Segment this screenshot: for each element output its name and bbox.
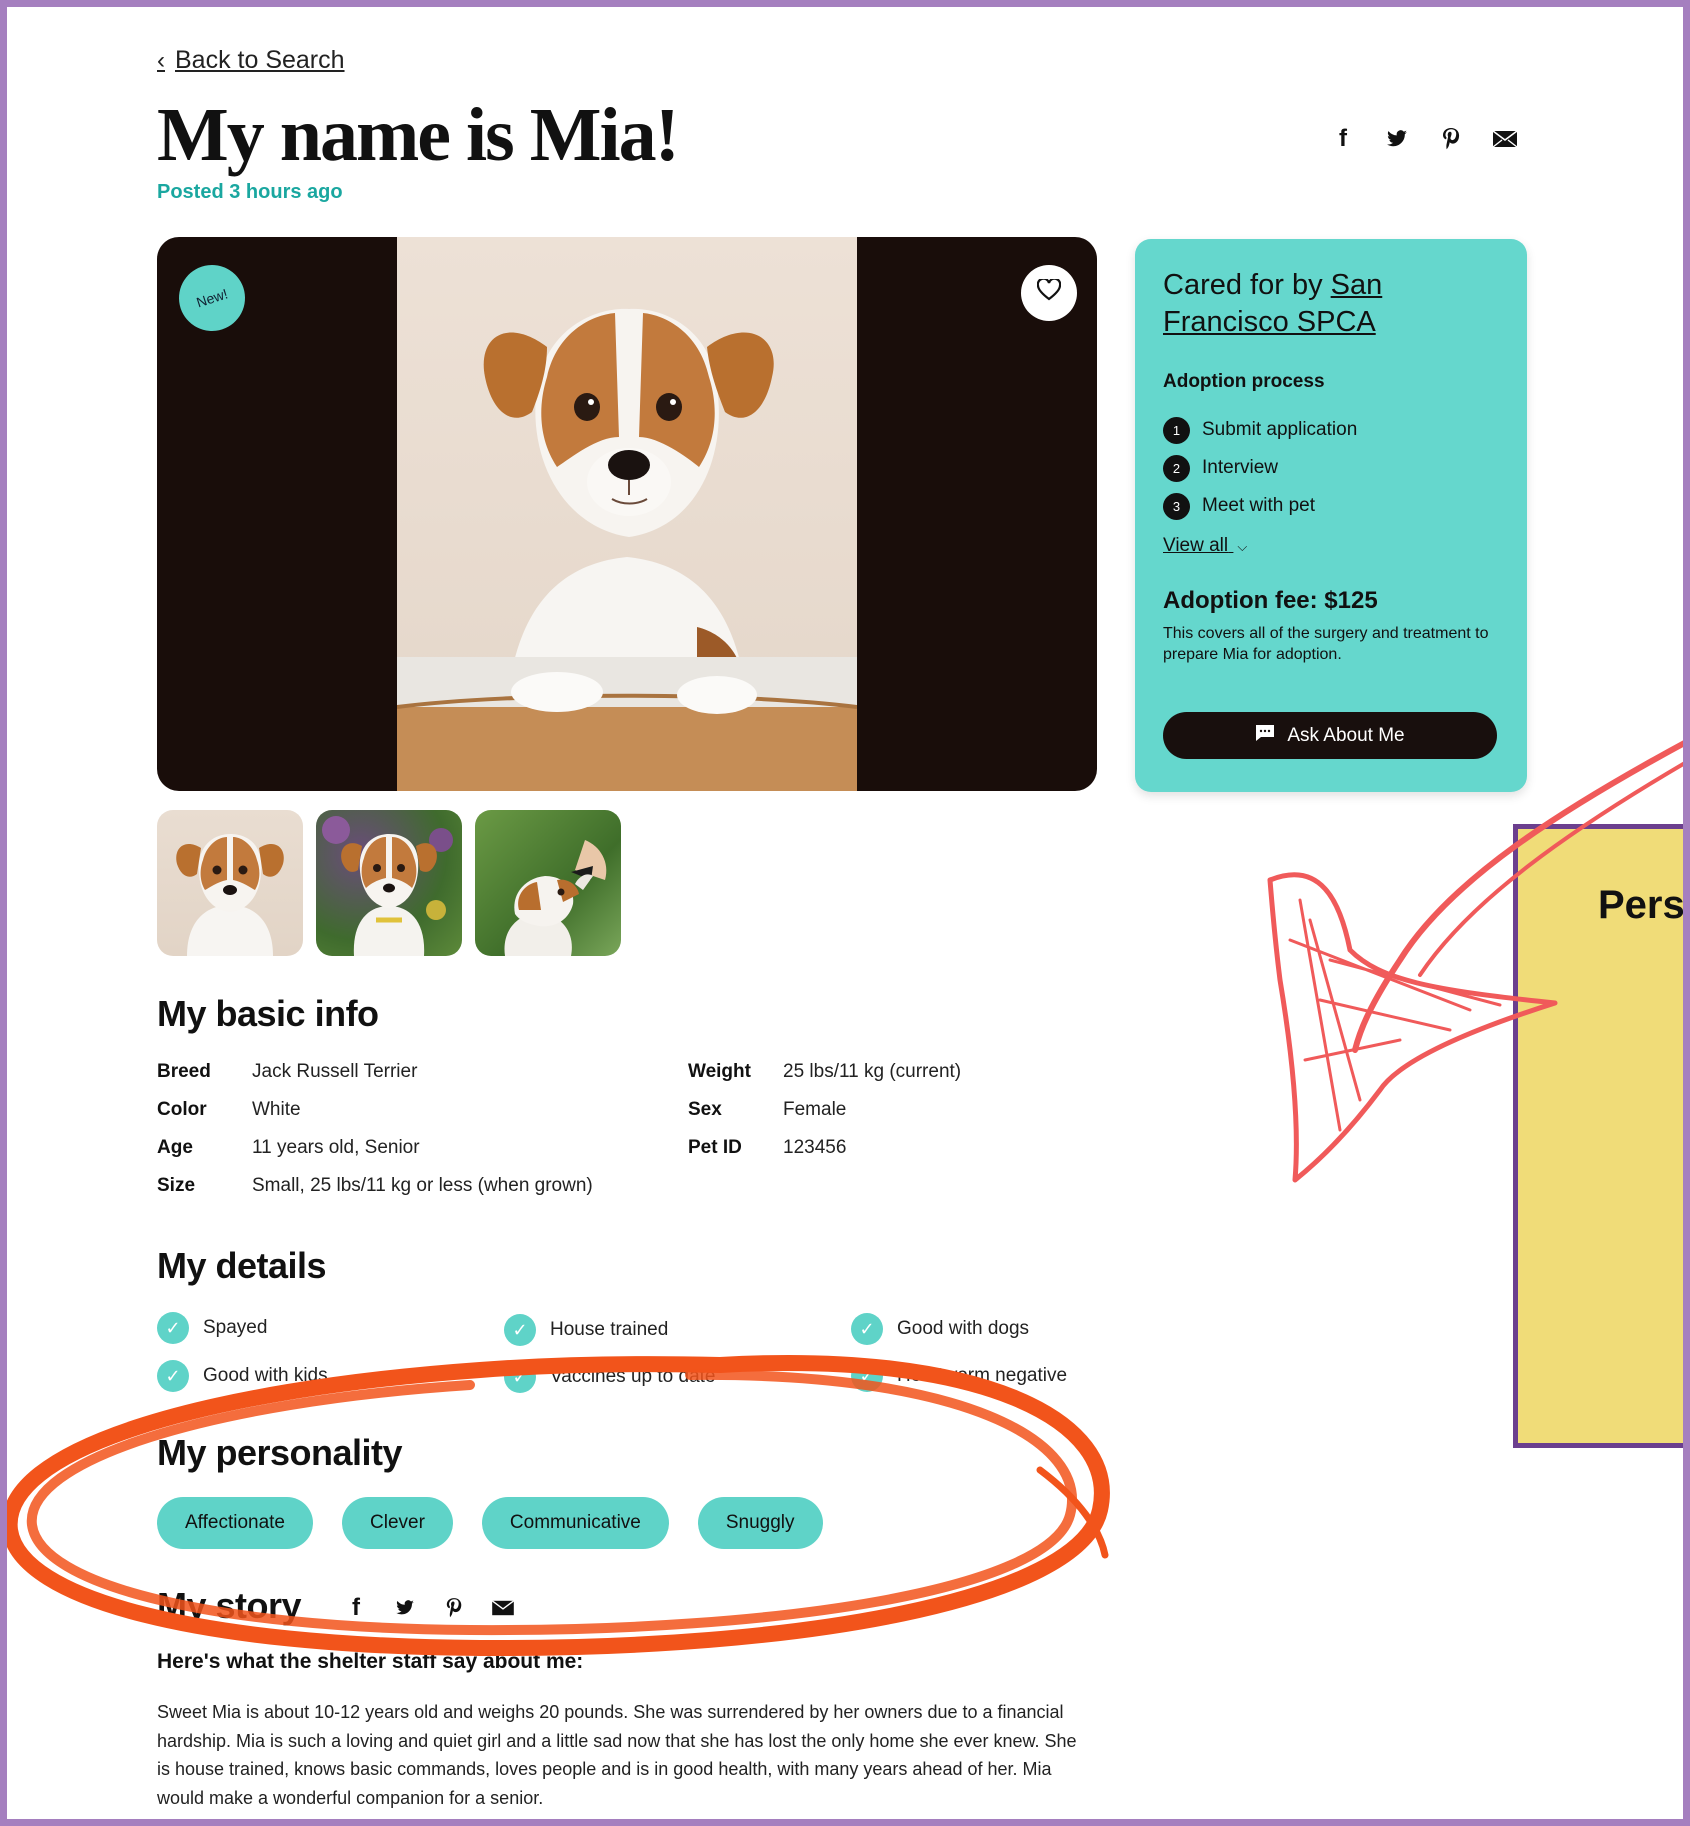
info-key: Age xyxy=(157,1137,193,1158)
thumbnail-2[interactable] xyxy=(316,810,462,956)
favorite-button[interactable] xyxy=(1021,265,1077,321)
info-key: Pet ID xyxy=(688,1137,742,1158)
info-row-pet-id: Pet ID 123456 xyxy=(688,1137,846,1159)
thumbnail-strip xyxy=(157,810,621,956)
info-value: White xyxy=(252,1099,301,1120)
basic-info-heading: My basic info xyxy=(157,993,379,1034)
chat-icon xyxy=(1255,724,1275,748)
info-key: Weight xyxy=(688,1061,751,1082)
twitter-icon[interactable] xyxy=(392,1595,418,1621)
info-value: Female xyxy=(783,1099,847,1120)
adoption-fee-description: This covers all of the surgery and treat… xyxy=(1163,625,1489,663)
step-number: 1 xyxy=(1163,416,1190,444)
detail-item: ✓ House trained xyxy=(504,1314,668,1346)
personality-traits: Affectionate Clever Communicative Snuggl… xyxy=(157,1497,823,1549)
check-icon: ✓ xyxy=(851,1360,883,1392)
adoption-fee: Adoption fee: $125 xyxy=(1163,587,1378,614)
info-row-size: Size Small, 25 lbs/11 kg or less (when g… xyxy=(157,1175,593,1197)
chevron-left-icon: ‹ xyxy=(157,46,165,74)
detail-item: ✓ Spayed xyxy=(157,1312,267,1344)
check-icon: ✓ xyxy=(504,1361,536,1393)
trait-pill[interactable]: Clever xyxy=(342,1497,453,1549)
page-title: My name is Mia! xyxy=(157,93,680,177)
adoption-process-heading: Adoption process xyxy=(1163,371,1325,392)
story-share-bar: f xyxy=(343,1594,516,1621)
personality-heading: My personality xyxy=(157,1432,403,1473)
info-value: 25 lbs/11 kg (current) xyxy=(783,1061,962,1082)
info-row-color: Color White xyxy=(157,1099,301,1121)
detail-label: Good with dogs xyxy=(897,1318,1030,1339)
step-label: Submit application xyxy=(1202,419,1358,440)
story-heading: My story xyxy=(157,1585,302,1626)
info-key: Color xyxy=(157,1099,207,1120)
trait-pill[interactable]: Snuggly xyxy=(697,1497,823,1549)
info-row-breed: Breed Jack Russell Terrier xyxy=(157,1061,417,1083)
detail-item: ✓ Good with kids xyxy=(157,1360,328,1392)
view-all-label: View all xyxy=(1163,535,1229,556)
heart-icon xyxy=(1036,277,1062,308)
detail-item: ✓ Heartworm negative xyxy=(851,1360,1067,1392)
back-to-search-label: Back to Search xyxy=(175,46,345,74)
view-all-steps-link[interactable]: View all ⌵ xyxy=(1163,535,1247,557)
posted-time: Posted 3 hours ago xyxy=(157,181,343,203)
cared-for-by: Cared for by San Francisco SPCA xyxy=(1163,267,1503,341)
detail-label: House trained xyxy=(550,1319,669,1340)
info-key: Size xyxy=(157,1175,196,1196)
email-icon[interactable] xyxy=(1492,126,1518,152)
adoption-step: 2 Interview xyxy=(1163,449,1357,487)
pinterest-icon[interactable] xyxy=(441,1595,467,1621)
pet-profile-page: ‹ Back to Search My name is Mia! Posted … xyxy=(0,0,1690,1826)
thumbnail-3[interactable] xyxy=(475,810,621,956)
thumbnail-1[interactable] xyxy=(157,810,303,956)
new-badge: New! xyxy=(170,256,254,340)
sticky-note: Pers xyxy=(1513,824,1690,1448)
main-pet-photo xyxy=(397,237,857,791)
step-number: 2 xyxy=(1163,454,1190,482)
info-value: 123456 xyxy=(783,1137,847,1158)
info-value: Jack Russell Terrier xyxy=(252,1061,418,1082)
shelter-card: Cared for by San Francisco SPCA Adoption… xyxy=(1135,239,1527,792)
detail-item: ✓ Good with dogs xyxy=(851,1313,1029,1345)
hero-gallery[interactable]: New! xyxy=(157,237,1097,791)
info-row-weight: Weight 25 lbs/11 kg (current) xyxy=(688,1061,961,1083)
story-subheading: Here's what the shelter staff say about … xyxy=(157,1650,584,1673)
detail-label: Heartworm negative xyxy=(897,1365,1068,1386)
cared-for-prefix: Cared for by xyxy=(1163,269,1331,301)
check-icon: ✓ xyxy=(504,1314,536,1346)
twitter-icon[interactable] xyxy=(1384,126,1410,152)
info-key: Sex xyxy=(688,1099,722,1120)
check-icon: ✓ xyxy=(851,1313,883,1345)
info-value: 11 years old, Senior xyxy=(252,1137,420,1158)
info-row-sex: Sex Female xyxy=(688,1099,846,1121)
ask-about-me-button[interactable]: Ask About Me xyxy=(1163,712,1497,759)
detail-label: Good with kids xyxy=(203,1365,328,1386)
facebook-icon[interactable]: f xyxy=(1330,125,1356,152)
adoption-step: 3 Meet with pet xyxy=(1163,487,1357,525)
check-icon: ✓ xyxy=(157,1360,189,1392)
check-icon: ✓ xyxy=(157,1312,189,1344)
adoption-step: 1 Submit application xyxy=(1163,411,1357,449)
step-label: Interview xyxy=(1202,457,1279,478)
email-icon[interactable] xyxy=(490,1595,516,1621)
sticky-note-title: Pers xyxy=(1598,883,1685,927)
share-bar: f xyxy=(1330,125,1518,152)
adoption-steps: 1 Submit application 2 Interview 3 Meet … xyxy=(1163,411,1357,525)
detail-label: Spayed xyxy=(203,1317,268,1338)
facebook-icon[interactable]: f xyxy=(343,1594,369,1621)
info-key: Breed xyxy=(157,1061,211,1082)
back-to-search-link[interactable]: ‹ Back to Search xyxy=(157,46,345,75)
trait-pill[interactable]: Communicative xyxy=(481,1497,669,1549)
info-row-age: Age 11 years old, Senior xyxy=(157,1137,420,1159)
chevron-down-icon: ⌵ xyxy=(1237,539,1248,554)
trait-pill[interactable]: Affectionate xyxy=(157,1497,314,1549)
detail-label: Vaccines up to date xyxy=(550,1366,716,1387)
details-heading: My details xyxy=(157,1245,327,1286)
detail-item: ✓ Vaccines up to date xyxy=(504,1361,715,1393)
step-label: Meet with pet xyxy=(1202,495,1315,516)
ask-about-me-label: Ask About Me xyxy=(1287,724,1405,746)
story-text: Sweet Mia is about 10-12 years old and w… xyxy=(157,1702,1077,1808)
pinterest-icon[interactable] xyxy=(1438,126,1464,152)
info-value: Small, 25 lbs/11 kg or less (when grown) xyxy=(252,1175,593,1196)
step-number: 3 xyxy=(1163,492,1190,520)
